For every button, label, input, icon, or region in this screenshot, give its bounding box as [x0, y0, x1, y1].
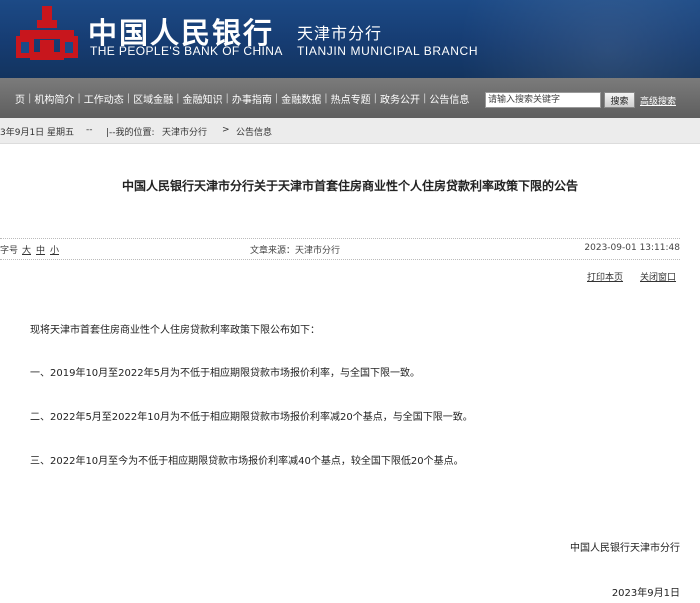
font-size-large[interactable]: 大: [22, 243, 31, 256]
info-bar: 3年9月1日 星期五 -- |--我的位置: 天津市分行 > 公告信息: [0, 118, 700, 144]
font-size-medium[interactable]: 中: [36, 243, 45, 256]
article-title: 中国人民银行天津市分行关于天津市首套住房商业性个人住房贷款利率政策下限的公告: [121, 179, 578, 193]
current-date: 3年9月1日 星期五: [0, 128, 75, 138]
pboc-logo-icon[interactable]: [16, 6, 78, 62]
breadcrumb-prefix: |--我的位置:: [106, 128, 155, 138]
article-paragraph-2: 二、2022年5月至2022年10月为不低于相应期限贷款市场报价利率减20个基点…: [30, 412, 473, 423]
search-input[interactable]: [485, 92, 601, 108]
breadcrumb-announcements-link[interactable]: 公告信息: [236, 125, 272, 138]
date-dashes: --: [86, 125, 93, 135]
advanced-search-link[interactable]: 高级搜索: [640, 94, 676, 107]
article-meta-bar: 字号 大 中 小 文章来源：天津市分行 2023-09-01 13:11:48: [0, 238, 680, 260]
search-button[interactable]: 搜索: [604, 92, 635, 108]
nav-item-home[interactable]: 页: [15, 91, 25, 106]
article-timestamp: 2023-09-01 13:11:48: [584, 243, 680, 253]
site-header-banner: 中国人民银行 THE PEOPLE'S BANK OF CHINA 天津市分行 …: [0, 0, 700, 78]
breadcrumb-separator: >: [222, 125, 230, 135]
nav-separator: |: [324, 92, 328, 104]
bank-name-en: THE PEOPLE'S BANK OF CHINA: [90, 44, 283, 58]
article-source: 文章来源：天津市分行: [250, 246, 341, 256]
nav-item-finance-knowledge[interactable]: 金融知识: [183, 91, 223, 106]
font-size-small[interactable]: 小: [50, 243, 59, 256]
branch-name-cn: 天津市分行: [297, 24, 383, 43]
nav-item-regional-finance[interactable]: 区域金融: [133, 91, 173, 106]
close-window-link[interactable]: 关闭窗口: [640, 270, 676, 283]
nav-item-finance-data[interactable]: 金融数据: [281, 91, 321, 106]
nav-separator: |: [373, 92, 377, 104]
nav-item-service-guide[interactable]: 办事指南: [232, 91, 272, 106]
article-paragraph-3: 三、2022年10月至今为不低于相应期限贷款市场报价利率减40个基点，较全国下限…: [30, 456, 464, 467]
nav-separator: |: [225, 92, 229, 104]
font-size-label: 字号: [0, 246, 19, 256]
nav-separator: |: [176, 92, 180, 104]
nav-item-announcements[interactable]: 公告信息: [429, 91, 469, 106]
signature-organization: 中国人民银行天津市分行: [570, 543, 680, 554]
print-page-link[interactable]: 打印本页: [587, 270, 623, 283]
nav-separator: |: [28, 92, 32, 104]
banner-decoration: [410, 0, 700, 78]
article-intro: 现将天津市首套住房商业性个人住房贷款利率政策下限公布如下：: [30, 325, 320, 336]
nav-item-government-affairs[interactable]: 政务公开: [380, 91, 420, 106]
nav-item-work-news[interactable]: 工作动态: [84, 91, 124, 106]
nav-separator: |: [77, 92, 81, 104]
branch-name-en: TIANJIN MUNICIPAL BRANCH: [297, 44, 479, 58]
nav-separator: |: [423, 92, 427, 104]
signature-date: 2023年9月1日: [611, 588, 680, 599]
nav-item-hot-topics[interactable]: 热点专题: [331, 91, 371, 106]
article-paragraph-1: 一、2019年10月至2022年5月为不低于相应期限贷款市场报价利率，与全国下限…: [30, 368, 420, 379]
nav-item-about[interactable]: 机构简介: [34, 91, 74, 106]
nav-separator: |: [274, 92, 279, 104]
nav-menu: 页 | 机构简介 | 工作动态 | 区域金融 | 金融知识 | 办事指南 | 金…: [15, 78, 469, 118]
breadcrumb-branch-link[interactable]: 天津市分行: [162, 125, 207, 138]
nav-separator: |: [126, 92, 131, 104]
